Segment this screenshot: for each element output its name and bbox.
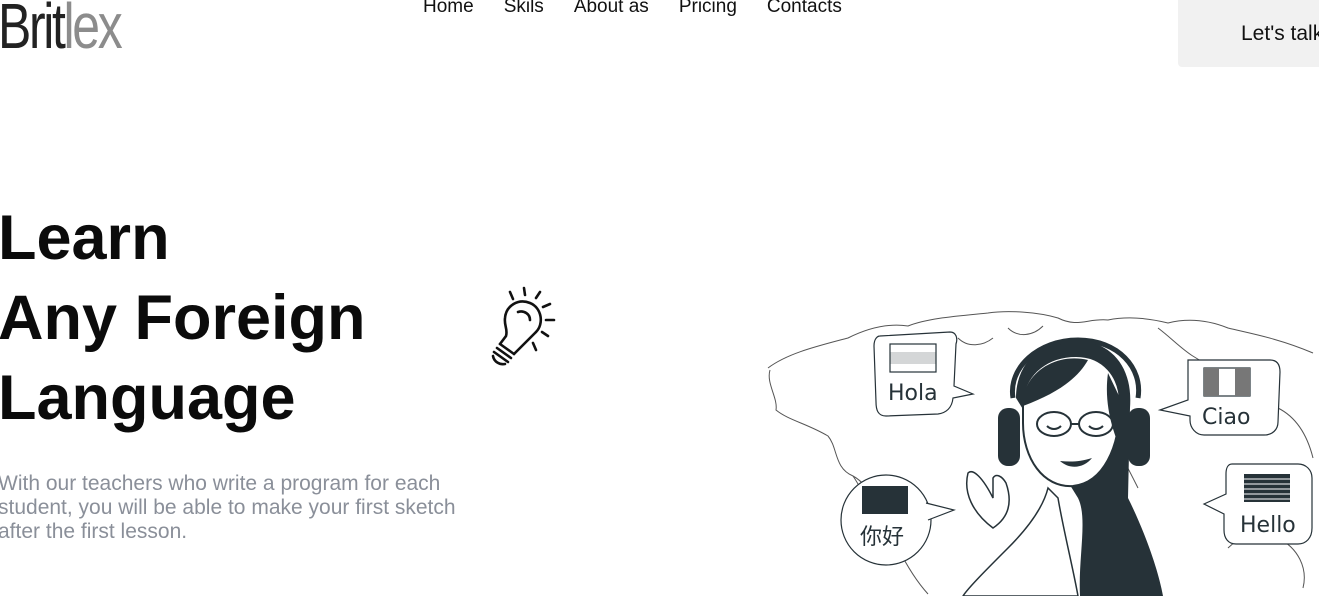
- bubble-ciao: Ciao: [1157, 359, 1281, 436]
- nav-link-about[interactable]: About as: [574, 0, 649, 18]
- lightbulb-icon: [491, 286, 556, 366]
- bubble-hola: Hola: [873, 331, 976, 417]
- hero-line-2: Any Foreign: [0, 283, 366, 353]
- hero-heading: Learn Any Foreign Language: [0, 198, 366, 438]
- hero-line-1: Learn: [0, 203, 170, 273]
- brand-logo-part2: lex: [63, 0, 123, 62]
- hero-line-3: Language: [0, 363, 296, 433]
- nav-link-contacts[interactable]: Contacts: [767, 0, 842, 18]
- woman-illustration: [962, 337, 1163, 596]
- bubble-ciao-text: Ciao: [1202, 405, 1250, 430]
- main-nav: Home Skils About as Pricing Contacts: [423, 0, 872, 18]
- bubble-nihao: 你好: [840, 474, 956, 566]
- lets-talk-button[interactable]: Let's talk: [1178, 0, 1319, 67]
- language-learning-illustration: Hola Ciao 你好 Hello: [767, 311, 1314, 596]
- nav-link-pricing[interactable]: Pricing: [679, 0, 737, 18]
- bubble-hello-text: Hello: [1240, 513, 1296, 538]
- brand-logo[interactable]: Britlex: [0, 0, 123, 58]
- hero-subtitle: With our teachers who write a program fo…: [0, 472, 456, 543]
- nav-link-home[interactable]: Home: [423, 0, 474, 18]
- bubble-hello: Hello: [1202, 463, 1313, 545]
- bubble-nihao-text: 你好: [860, 525, 904, 550]
- nav-link-skills[interactable]: Skils: [504, 0, 544, 18]
- brand-logo-part1: Brit: [0, 0, 66, 62]
- bubble-hola-text: Hola: [888, 381, 938, 406]
